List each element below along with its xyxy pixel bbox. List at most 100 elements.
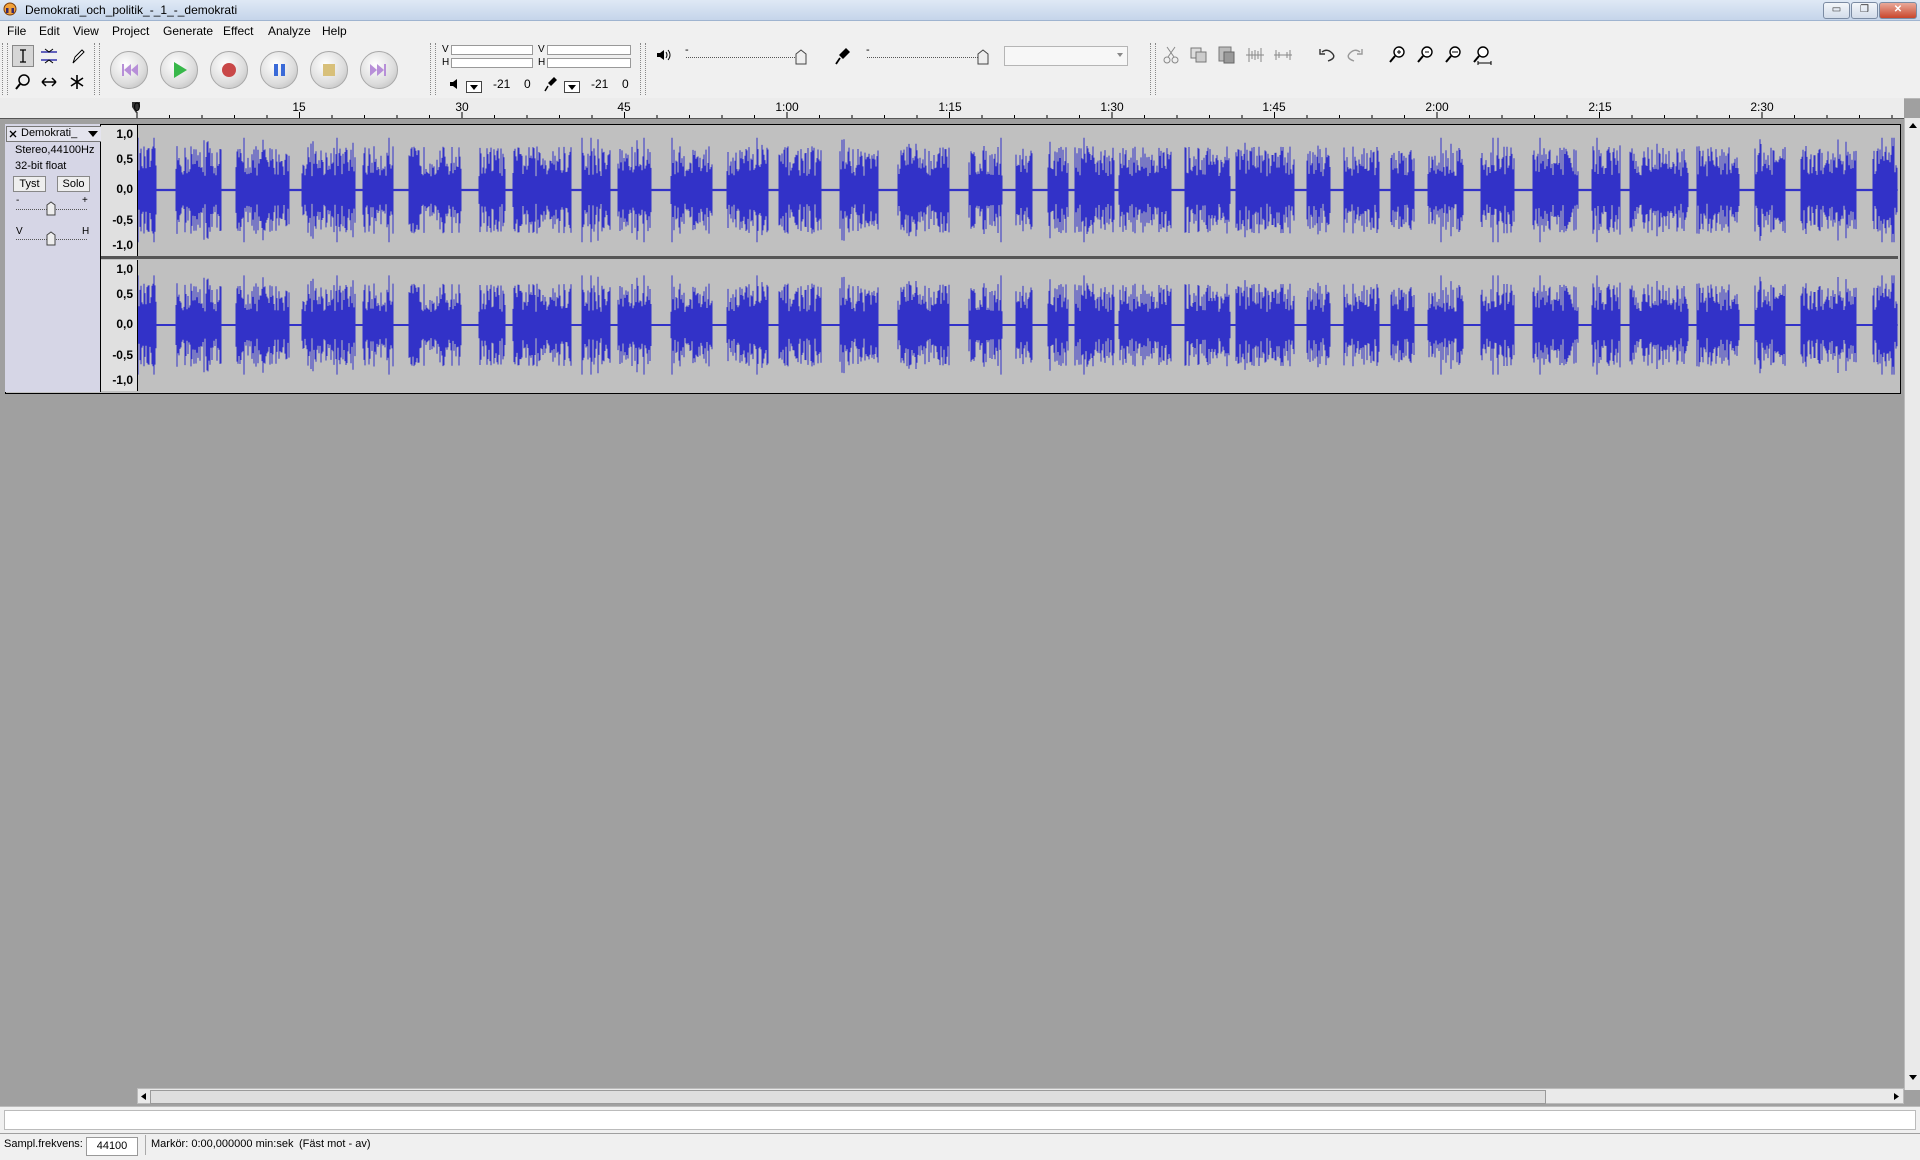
menu-generate[interactable]: Generate [163,24,213,38]
track-close-icon[interactable] [8,129,18,139]
waveform-left-channel[interactable] [138,125,1898,255]
output-volume-slider[interactable] [686,57,801,58]
speaker-icon[interactable] [448,77,462,91]
gain-slider-thumb[interactable] [46,201,56,216]
zoom-in-icon[interactable] [1386,44,1408,66]
record-meter-right[interactable] [547,58,631,68]
record-button[interactable] [210,51,248,89]
title-bar [0,0,1920,21]
pause-button[interactable] [260,51,298,89]
menu-view[interactable]: View [73,24,99,38]
record-icon [222,63,236,77]
menu-edit[interactable]: Edit [39,24,60,38]
zoom-tool-icon[interactable] [12,71,34,93]
trim-icon[interactable] [1244,44,1266,66]
ruler-minor-ticks [136,112,1893,118]
record-meter-left[interactable] [547,45,631,55]
project-rate-label: Sampl.frekvens: [4,1138,83,1150]
track-format: Stereo,44100Hz [15,144,95,156]
selection-bar: Sampl.frekvens: Markör: 0:00,000000 min:… [0,1134,1920,1160]
fit-project-icon[interactable] [1470,44,1492,66]
undo-icon[interactable] [1316,44,1338,66]
redo-icon[interactable] [1344,44,1366,66]
audacity-app-icon [3,2,17,16]
selection-tool-icon[interactable] [12,45,34,67]
stop-button[interactable] [310,51,348,89]
scroll-down-icon[interactable] [1908,1074,1918,1082]
scale-label: 1,0 [116,262,133,276]
maximize-button[interactable]: ❐ [1851,2,1878,19]
input-source-select[interactable] [1004,46,1128,66]
cursor-position-text: Markör: 0:00,000000 min:sek [151,1138,294,1150]
record-meter-menu-icon[interactable] [564,81,580,93]
play-meter-menu-icon[interactable] [466,81,482,93]
horizontal-scroll-thumb[interactable] [150,1090,1546,1104]
toolbar: V H V H -21 0 -21 0 - - [0,41,1920,99]
scale-label: -0,5 [112,348,133,362]
menu-file[interactable]: File [7,24,26,38]
envelope-tool-icon[interactable] [38,45,60,67]
menu-effect[interactable]: Effect [223,24,253,38]
solo-button[interactable]: Solo [57,176,90,192]
pan-slider-thumb[interactable] [46,231,56,246]
waveform-left [138,137,1898,243]
toolbar-grip[interactable] [94,43,100,95]
output-volume-icon [657,49,671,61]
scale-label: -0,5 [112,213,133,227]
track-name: Demokrati_ [21,127,78,139]
chevron-down-icon [88,131,98,137]
pan-left-label: V [16,226,23,237]
paste-icon[interactable] [1216,44,1238,66]
track-bit-depth: 32-bit float [15,160,67,172]
timeshift-tool-icon[interactable] [38,71,60,93]
waveform-path [138,137,1898,243]
input-volume-slider[interactable] [867,57,982,58]
channel-separator [101,256,1898,259]
draw-tool-icon[interactable] [66,45,88,67]
multi-tool-icon[interactable] [66,71,88,93]
mute-button[interactable]: Tyst [13,176,46,192]
output-volume-min-label: - [685,44,689,56]
status-message [4,1110,1916,1130]
gain-max-label: + [82,195,88,206]
menu-help[interactable]: Help [322,24,347,38]
vertical-scrollbar[interactable] [1904,118,1920,1090]
play-button[interactable] [160,51,198,89]
output-volume-thumb[interactable] [795,49,807,65]
track-name-menu[interactable]: Demokrati_ [6,126,102,142]
microphone-icon[interactable] [544,76,558,92]
play-meter-right[interactable] [451,58,533,68]
minimize-button[interactable]: ▭ [1823,2,1850,19]
waveform-right-channel[interactable] [138,260,1898,390]
silence-icon[interactable] [1272,44,1294,66]
toolbar-grip[interactable] [2,43,8,95]
toolbar-grip[interactable] [640,43,646,95]
play-meter-db-min: -21 [493,77,511,91]
scroll-right-icon[interactable] [1892,1092,1900,1101]
close-button[interactable]: ✕ [1879,2,1917,19]
zoom-out-icon[interactable] [1414,44,1436,66]
menu-analyze[interactable]: Analyze [268,24,311,38]
scale-label: -1,0 [112,238,133,252]
play-meter-left[interactable] [451,45,533,55]
scroll-up-icon[interactable] [1908,121,1918,129]
menu-project[interactable]: Project [112,24,149,38]
record-meter-left-label: V [538,44,545,55]
copy-icon[interactable] [1188,44,1210,66]
cut-icon[interactable] [1160,44,1182,66]
scale-label: 0,5 [116,287,133,301]
scroll-left-icon[interactable] [140,1092,148,1101]
fit-selection-icon[interactable] [1442,44,1464,66]
skip-end-button[interactable] [360,51,398,89]
project-rate-input[interactable]: 44100 [86,1137,138,1156]
toolbar-grip[interactable] [430,43,436,95]
vertical-scale-right[interactable]: 1,0 0,5 0,0 -0,5 -1,0 [101,260,138,391]
vertical-scale-left[interactable]: 1,0 0,5 0,0 -0,5 -1,0 [101,125,138,256]
timeline-ruler[interactable]: 0 15 30 45 1:00 1:15 1:30 1:45 2:00 2:15… [0,98,1904,119]
scale-label: 0,0 [116,182,133,196]
input-volume-thumb[interactable] [977,49,989,65]
skip-start-button[interactable] [110,51,148,89]
toolbar-grip[interactable] [1150,43,1156,95]
waveform-path [138,275,1898,375]
stop-icon [323,64,335,76]
